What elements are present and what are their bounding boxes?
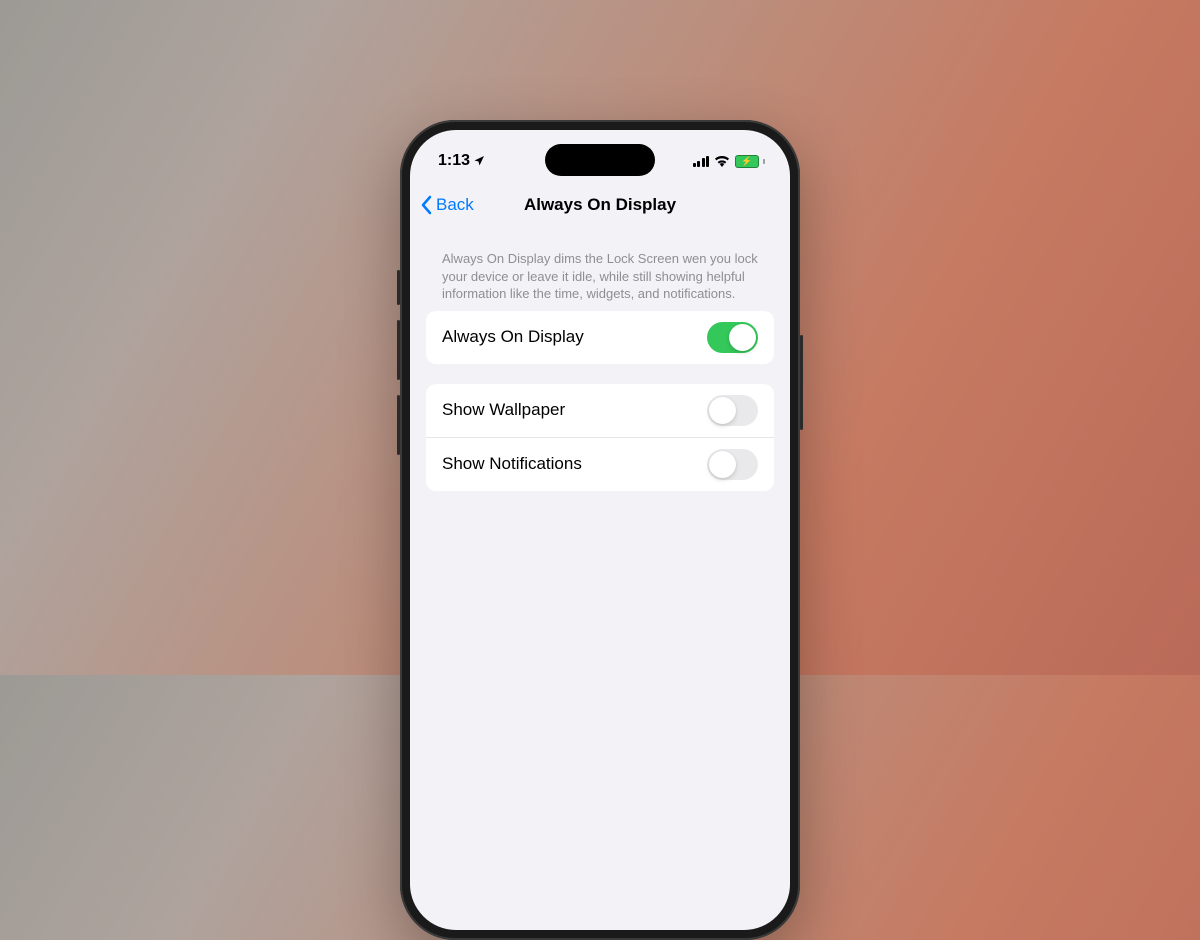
setting-row-show-wallpaper: Show Wallpaper — [426, 384, 774, 437]
setting-label: Show Notifications — [442, 454, 582, 474]
wifi-icon — [714, 155, 730, 167]
phone-silent-switch — [397, 270, 400, 305]
status-time: 1:13 — [438, 152, 470, 170]
page-title: Always On Display — [524, 195, 676, 215]
phone-volume-up — [397, 320, 400, 380]
cellular-signal-icon — [693, 155, 710, 167]
battery-icon: ⚡ — [735, 155, 762, 168]
dynamic-island — [545, 144, 655, 176]
setting-row-always-on-display: Always On Display — [426, 311, 774, 364]
location-icon — [473, 155, 485, 167]
setting-label: Show Wallpaper — [442, 400, 565, 420]
toggle-show-notifications[interactable] — [707, 449, 758, 480]
toggle-knob — [709, 397, 736, 424]
back-label: Back — [436, 195, 474, 215]
settings-content: Always On Display dims the Lock Screen w… — [410, 250, 790, 491]
settings-group-options: Show Wallpaper Show Notifications — [426, 384, 774, 491]
settings-group-main: Always On Display — [426, 311, 774, 364]
toggle-knob — [709, 451, 736, 478]
phone-power-button — [800, 335, 803, 430]
status-bar-left: 1:13 — [438, 152, 485, 170]
setting-row-show-notifications: Show Notifications — [426, 437, 774, 491]
chevron-left-icon — [420, 195, 432, 215]
settings-description: Always On Display dims the Lock Screen w… — [426, 250, 774, 311]
toggle-show-wallpaper[interactable] — [707, 395, 758, 426]
phone-frame: 1:13 ⚡ — [400, 120, 800, 940]
setting-label: Always On Display — [442, 327, 584, 347]
toggle-knob — [729, 324, 756, 351]
phone-screen: 1:13 ⚡ — [410, 130, 790, 930]
back-button[interactable]: Back — [420, 195, 474, 215]
toggle-always-on-display[interactable] — [707, 322, 758, 353]
phone-volume-down — [397, 395, 400, 455]
charging-bolt-icon: ⚡ — [741, 156, 752, 167]
navigation-bar: Back Always On Display — [410, 184, 790, 228]
status-bar-right: ⚡ — [693, 155, 763, 168]
